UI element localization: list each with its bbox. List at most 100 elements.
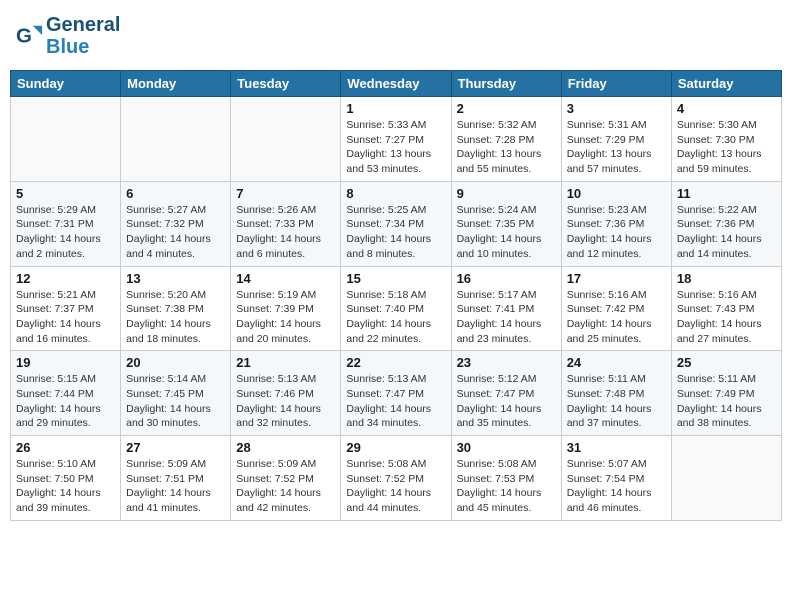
calendar-cell — [231, 97, 341, 182]
page-header: G GeneralBlue — [10, 10, 782, 62]
day-number: 9 — [457, 186, 556, 201]
day-info: Sunrise: 5:08 AMSunset: 7:52 PMDaylight:… — [346, 457, 445, 516]
daylight-text: Daylight: 14 hours and 16 minutes. — [16, 318, 101, 345]
calendar-cell: 10Sunrise: 5:23 AMSunset: 7:36 PMDayligh… — [561, 181, 671, 266]
day-number: 14 — [236, 271, 335, 286]
day-info: Sunrise: 5:12 AMSunset: 7:47 PMDaylight:… — [457, 372, 556, 431]
day-header-thursday: Thursday — [451, 71, 561, 97]
daylight-text: Daylight: 14 hours and 39 minutes. — [16, 487, 101, 514]
sunset-text: Sunset: 7:29 PM — [567, 134, 645, 146]
calendar-cell: 6Sunrise: 5:27 AMSunset: 7:32 PMDaylight… — [121, 181, 231, 266]
calendar-cell: 18Sunrise: 5:16 AMSunset: 7:43 PMDayligh… — [671, 266, 781, 351]
calendar-cell: 30Sunrise: 5:08 AMSunset: 7:53 PMDayligh… — [451, 436, 561, 521]
sunrise-text: Sunrise: 5:16 AM — [567, 289, 647, 301]
daylight-text: Daylight: 13 hours and 53 minutes. — [346, 148, 431, 175]
sunrise-text: Sunrise: 5:33 AM — [346, 119, 426, 131]
day-number: 22 — [346, 355, 445, 370]
calendar-cell — [671, 436, 781, 521]
sunrise-text: Sunrise: 5:27 AM — [126, 204, 206, 216]
day-info: Sunrise: 5:13 AMSunset: 7:47 PMDaylight:… — [346, 372, 445, 431]
day-number: 15 — [346, 271, 445, 286]
day-number: 29 — [346, 440, 445, 455]
daylight-text: Daylight: 14 hours and 35 minutes. — [457, 403, 542, 430]
sunrise-text: Sunrise: 5:31 AM — [567, 119, 647, 131]
day-info: Sunrise: 5:33 AM Sunset: 7:27 PM Daylight:… — [346, 118, 445, 177]
sunrise-text: Sunrise: 5:09 AM — [236, 458, 316, 470]
sunset-text: Sunset: 7:45 PM — [126, 388, 204, 400]
daylight-text: Daylight: 14 hours and 23 minutes. — [457, 318, 542, 345]
day-number: 5 — [16, 186, 115, 201]
sunset-text: Sunset: 7:32 PM — [126, 218, 204, 230]
day-info: Sunrise: 5:09 AMSunset: 7:51 PMDaylight:… — [126, 457, 225, 516]
day-info: Sunrise: 5:17 AMSunset: 7:41 PMDaylight:… — [457, 288, 556, 347]
sunset-text: Sunset: 7:54 PM — [567, 473, 645, 485]
sunset-text: Sunset: 7:52 PM — [346, 473, 424, 485]
daylight-text: Daylight: 14 hours and 20 minutes. — [236, 318, 321, 345]
day-header-monday: Monday — [121, 71, 231, 97]
sunset-text: Sunset: 7:27 PM — [346, 134, 424, 146]
sunset-text: Sunset: 7:39 PM — [236, 303, 314, 315]
sunrise-text: Sunrise: 5:11 AM — [567, 373, 646, 385]
sunrise-text: Sunrise: 5:08 AM — [457, 458, 537, 470]
day-number: 30 — [457, 440, 556, 455]
calendar-cell: 29 Sunrise: 5:08 AMSunset: 7:52 PMDayligh… — [341, 436, 451, 521]
sunrise-text: Sunrise: 5:21 AM — [16, 289, 96, 301]
daylight-text: Daylight: 14 hours and 34 minutes. — [346, 403, 431, 430]
day-number: 2 — [457, 101, 556, 116]
day-info: Sunrise: 5:16 AMSunset: 7:43 PMDaylight:… — [677, 288, 776, 347]
sunset-text: Sunset: 7:36 PM — [567, 218, 645, 230]
sunrise-text: Sunrise: 5:30 AM — [677, 119, 757, 131]
daylight-text: Daylight: 14 hours and 38 minutes. — [677, 403, 762, 430]
sunset-text: Sunset: 7:51 PM — [126, 473, 204, 485]
calendar-cell: 20Sunrise: 5:14 AMSunset: 7:45 PMDayligh… — [121, 351, 231, 436]
day-info: Sunrise: 5:24 AMSunset: 7:35 PMDaylight:… — [457, 203, 556, 262]
sunrise-text: Sunrise: 5:32 AM — [457, 119, 537, 131]
daylight-text: Daylight: 14 hours and 44 minutes. — [346, 487, 431, 514]
sunrise-text: Sunrise: 5:13 AM — [236, 373, 316, 385]
calendar-cell: 4Sunrise: 5:30 AMSunset: 7:30 PMDaylight… — [671, 97, 781, 182]
calendar-cell: 1Sunrise: 5:33 AMSunset: 7:27 PMDaylight… — [341, 97, 451, 182]
daylight-text: Daylight: 14 hours and 14 minutes. — [677, 233, 762, 260]
day-number: 26 — [16, 440, 115, 455]
sunset-text: Sunset: 7:52 PM — [236, 473, 314, 485]
day-number: 10 — [567, 186, 666, 201]
day-info: Sunrise: 5:15 AMSunset: 7:44 PMDaylight:… — [16, 372, 115, 431]
day-header-wednesday: Wednesday — [341, 71, 451, 97]
sunrise-text: Sunrise: 5:19 AM — [236, 289, 316, 301]
calendar-cell: 7Sunrise: 5:26 AMSunset: 7:33 PMDaylight… — [231, 181, 341, 266]
sunset-text: Sunset: 7:47 PM — [346, 388, 424, 400]
calendar-cell: 14 Sunrise: 5:19 AM Sunset: 7:39 PM Dayligh… — [231, 266, 341, 351]
svg-text:G: G — [16, 25, 32, 48]
daylight-text: Daylight: 14 hours and 4 minutes. — [126, 233, 211, 260]
sunrise-text: Sunrise: 5:07 AM — [567, 458, 647, 470]
calendar-cell: 12Sunrise: 5:21 AMSunset: 7:37 PMDayligh… — [11, 266, 121, 351]
day-info: Sunrise: 5:10 AMSunset: 7:50 PMDaylight:… — [16, 457, 115, 516]
calendar-cell: 28Sunrise: 5:09 AMSunset: 7:52 PMDayligh… — [231, 436, 341, 521]
day-header-tuesday: Tuesday — [231, 71, 341, 97]
calendar-header-row: SundayMondayTuesdayWednesdayThursdayFrid… — [11, 71, 782, 97]
daylight-text: Daylight: 14 hours and 42 minutes. — [236, 487, 321, 514]
day-number: 13 — [126, 271, 225, 286]
sunset-text: Sunset: 7:46 PM — [236, 388, 314, 400]
sunrise-text: Sunrise: 5:14 AM — [126, 373, 206, 385]
sunset-text: Sunset: 7:37 PM — [16, 303, 94, 315]
daylight-text: Daylight: 13 hours and 57 minutes. — [567, 148, 652, 175]
day-number: 11 — [677, 186, 776, 201]
day-info: Sunrise: 5:11 AMSunset: 7:49 PMDaylight:… — [677, 372, 776, 431]
day-info: Sunrise: 5:30 AMSunset: 7:30 PMDaylight:… — [677, 118, 776, 177]
day-header-sunday: Sunday — [11, 71, 121, 97]
daylight-text: Daylight: 14 hours and 45 minutes. — [457, 487, 542, 514]
calendar-cell: 15Sunrise: 5:18 AMSunset: 7:40 PMDayligh… — [341, 266, 451, 351]
sunset-text: Sunset: 7:34 PM — [346, 218, 424, 230]
logo-text: GeneralBlue — [46, 14, 120, 58]
calendar-cell: 5Sunrise: 5:29 AMSunset: 7:31 PMDaylight… — [11, 181, 121, 266]
day-number: 21 — [236, 355, 335, 370]
day-number: 25 — [677, 355, 776, 370]
sunset-text: Sunset: 7:43 PM — [677, 303, 755, 315]
calendar-cell: 8Sunrise: 5:25 AMSunset: 7:34 PMDaylight… — [341, 181, 451, 266]
day-number: 23 — [457, 355, 556, 370]
daylight-text: Daylight: 14 hours and 6 minutes. — [236, 233, 321, 260]
daylight-text: Daylight: 13 hours and 55 minutes. — [457, 148, 542, 175]
calendar-cell: 13Sunrise: 5:20 AMSunset: 7:38 PMDayligh… — [121, 266, 231, 351]
sunrise-text: Sunrise: 5:16 AM — [677, 289, 757, 301]
